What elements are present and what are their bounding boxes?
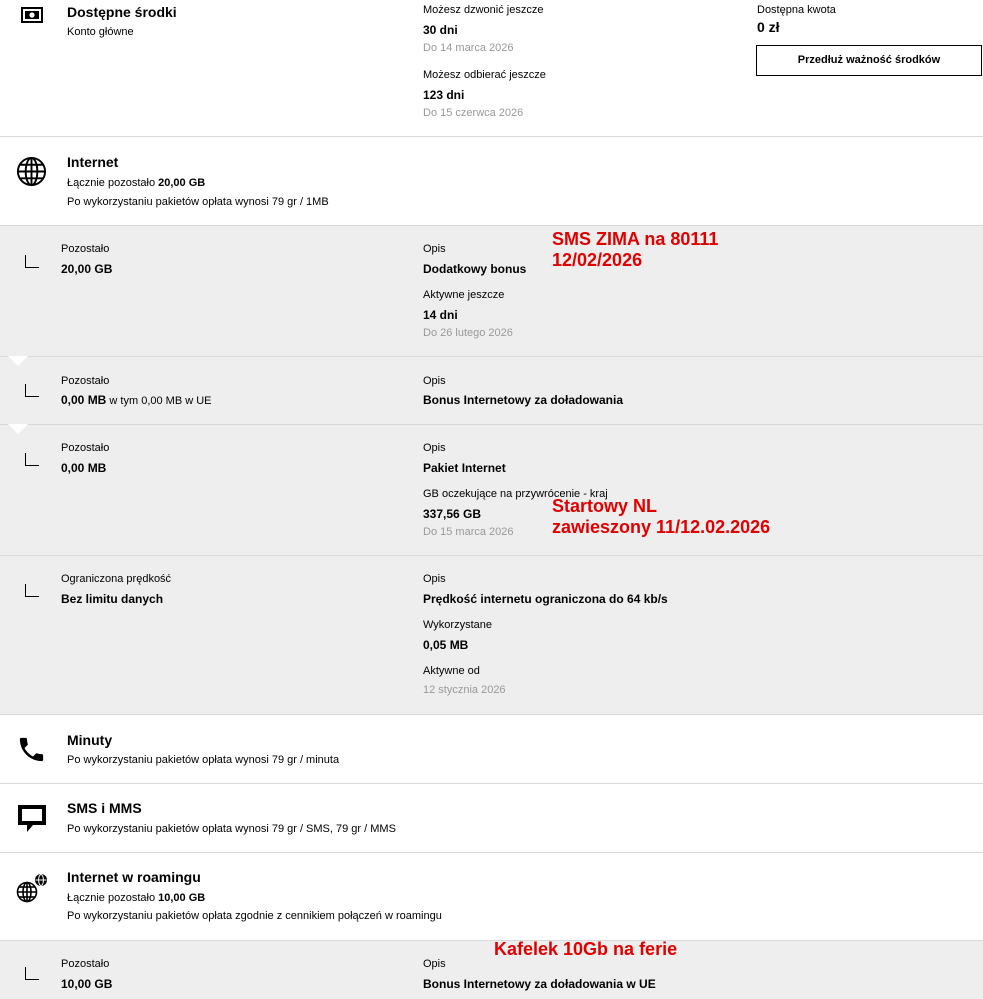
subitem-corner-icon [25, 255, 39, 268]
subitem-corner-icon [25, 967, 39, 980]
receive-label: Możesz odbierać jeszcze [423, 69, 546, 81]
amount-value: 0 zł [757, 19, 780, 35]
funds-subtitle: Konto główne [67, 26, 134, 38]
roaming-package-left-label: Pozostało [61, 958, 110, 970]
roaming-package-desc-value: Bonus Internetowy za doładowania w UE [423, 977, 656, 991]
amount-label: Dostępna kwota [757, 4, 836, 16]
minutes-title: Minuty [67, 732, 113, 748]
notch-decoration [8, 356, 28, 366]
package-extra-value: 14 dni [423, 308, 458, 322]
internet-total: Łącznie pozostało 20,00 GB [67, 177, 205, 189]
package-desc-label: Opis [423, 573, 446, 585]
package-used-value: 0,05 MB [423, 638, 469, 652]
annotation-startowy-line2: zawieszony 11/12.02.2026 [552, 517, 771, 537]
annotation-startowy-line1: Startowy NL [552, 496, 658, 516]
package-used-label: Wykorzystane [423, 619, 492, 631]
money-icon [21, 7, 43, 23]
package-left-value: 0,00 MB [61, 393, 107, 407]
package-active-date: 12 stycznia 2026 [423, 684, 506, 696]
sms-title: SMS i MMS [67, 800, 142, 816]
internet-fee: Po wykorzystaniu pakietów opłata wynosi … [67, 196, 329, 208]
roaming-package-desc-label: Opis [423, 958, 446, 970]
package-item: Pozostało 0,00 MB Opis Pakiet Internet G… [0, 424, 983, 556]
roaming-total-value: 10,00 GB [158, 892, 206, 904]
call-label: Możesz dzwonić jeszcze [423, 4, 544, 16]
package-left-label: Pozostało [61, 375, 110, 387]
roaming-total: Łącznie pozostało 10,00 GB [67, 892, 205, 904]
subitem-corner-icon [25, 453, 39, 466]
package-extra-date: Do 15 marca 2026 [423, 526, 514, 538]
package-item: Pozostało 20,00 GB Opis Dodatkowy bonus … [0, 226, 983, 357]
package-desc-value: Dodatkowy bonus [423, 262, 527, 276]
package-left-value: Bez limitu danych [61, 592, 164, 606]
roaming-total-prefix: Łącznie pozostało [67, 892, 156, 904]
globe-icon [16, 156, 47, 187]
package-desc-label: Opis [423, 442, 446, 454]
roaming-fee: Po wykorzystaniu pakietów opłata zgodnie… [67, 910, 442, 922]
package-desc-value: Prędkość internetu ograniczona do 64 kb/… [423, 592, 668, 606]
call-value: 30 dni [423, 23, 458, 37]
phone-icon [19, 737, 44, 762]
roaming-section: Internet w roamingu Łącznie pozostało 10… [0, 853, 983, 941]
annotation-sms-zima-line1: SMS ZIMA na 80111 [552, 229, 719, 249]
globe-roaming-icon [16, 874, 47, 903]
roaming-title: Internet w roamingu [67, 869, 201, 885]
roaming-package-item: Pozostało 10,00 GB Opis Bonus Internetow… [0, 941, 983, 999]
annotation-startowy: Startowy NL zawieszony 11/12.02.2026 [552, 496, 770, 538]
internet-total-value: 20,00 GB [158, 177, 206, 189]
package-active-label: Aktywne od [423, 665, 480, 677]
package-left-value: 0,00 MB [61, 461, 107, 475]
package-extra-label: Aktywne jeszcze [423, 289, 505, 301]
annotation-sms-zima: SMS ZIMA na 80111 12/02/2026 [552, 229, 718, 271]
receive-value: 123 dni [423, 88, 465, 102]
package-desc-label: Opis [423, 243, 446, 255]
subitem-corner-icon [25, 584, 39, 597]
package-extra-value: 337,56 GB [423, 507, 482, 521]
package-left-label: Pozostało [61, 243, 110, 255]
subitem-corner-icon [25, 384, 39, 397]
minutes-section: Minuty Po wykorzystaniu pakietów opłata … [0, 715, 983, 784]
notch-decoration [8, 424, 28, 434]
funds-section: Dostępne środki Konto główne Możesz dzwo… [0, 0, 983, 137]
internet-total-prefix: Łącznie pozostało [67, 177, 156, 189]
package-left-suffix: w tym 0,00 MB w UE [109, 395, 212, 407]
roaming-package-left-value: 10,00 GB [61, 977, 113, 991]
internet-title: Internet [67, 154, 119, 170]
package-item: Pozostało 0,00 MB w tym 0,00 MB w UE Opi… [0, 356, 983, 425]
funds-title: Dostępne środki [67, 4, 177, 20]
package-desc-value: Pakiet Internet [423, 461, 506, 475]
internet-section: Internet Łącznie pozostało 20,00 GB Po w… [0, 137, 983, 226]
package-left-value: 20,00 GB [61, 262, 113, 276]
package-desc-label: Opis [423, 375, 446, 387]
sms-fee: Po wykorzystaniu pakietów opłata wynosi … [67, 823, 396, 835]
receive-date: Do 15 czerwca 2026 [423, 107, 524, 119]
annotation-sms-zima-line2: 12/02/2026 [552, 250, 643, 270]
package-left-value-row: 0,00 MB w tym 0,00 MB w UE [61, 393, 212, 407]
package-left-label: Pozostało [61, 442, 110, 454]
message-icon [18, 805, 46, 832]
annotation-kafelek: Kafelek 10Gb na ferie [494, 939, 678, 959]
package-item: Ograniczona prędkość Bez limitu danych O… [0, 556, 983, 715]
minutes-fee: Po wykorzystaniu pakietów opłata wynosi … [67, 754, 340, 766]
extend-funds-button[interactable]: Przedłuż ważność środków [756, 45, 982, 76]
package-desc-value: Bonus Internetowy za doładowania [423, 393, 624, 407]
call-date: Do 14 marca 2026 [423, 42, 514, 54]
package-left-label: Ograniczona prędkość [61, 573, 172, 585]
sms-section: SMS i MMS Po wykorzystaniu pakietów opła… [0, 784, 983, 853]
package-extra-date: Do 26 lutego 2026 [423, 327, 513, 339]
